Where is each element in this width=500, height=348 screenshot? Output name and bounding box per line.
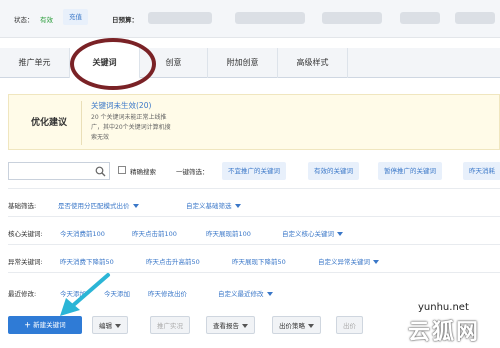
custom-abnormal-keywords[interactable]: 自定义异常关键词 bbox=[318, 256, 379, 266]
edit-button[interactable]: 编辑 bbox=[92, 316, 128, 334]
blurred-info bbox=[235, 12, 305, 24]
abnormal-cost-drop[interactable]: 昨天消费下降前50 bbox=[60, 256, 114, 266]
tab-advanced-style[interactable]: 高级样式 bbox=[278, 48, 348, 78]
bid-strategy-button[interactable]: 出价策略 bbox=[272, 316, 321, 334]
custom-abnormal-keywords-text: 自定义异常关键词 bbox=[318, 258, 370, 266]
exact-search-checkbox[interactable] bbox=[118, 166, 126, 174]
abnormal-click-rise[interactable]: 昨天点击升高前50 bbox=[146, 256, 200, 266]
basic-filter-match-mode-text: 是否使用分匹配模式出价 bbox=[58, 202, 130, 210]
chevron-down-icon bbox=[132, 204, 139, 208]
basic-filter-match-mode[interactable]: 是否使用分匹配模式出价 bbox=[58, 200, 139, 210]
core-yesterday-impression[interactable]: 昨天展现前100 bbox=[206, 228, 251, 238]
quick-filter-valid[interactable]: 有效的关键词 bbox=[308, 162, 359, 180]
view-report-label: 查看报告 bbox=[213, 322, 239, 330]
status-value: 有效 bbox=[40, 16, 53, 24]
plus-icon: ＋ bbox=[24, 321, 34, 329]
budget-value-blurred bbox=[148, 12, 212, 24]
bid-button[interactable]: 出价 bbox=[336, 316, 363, 334]
promote-live-button[interactable]: 推广实况 bbox=[150, 316, 190, 334]
custom-recent-changes-text: 自定义最近修改 bbox=[218, 290, 264, 298]
pointer-arrow-icon bbox=[60, 273, 110, 316]
edit-label: 编辑 bbox=[99, 322, 112, 330]
core-today-cost[interactable]: 今天消费前100 bbox=[60, 228, 105, 238]
exact-search-label: 精确搜索 bbox=[130, 168, 156, 176]
chevron-down-icon bbox=[373, 260, 379, 264]
custom-basic-filter[interactable]: 自定义基础筛选 bbox=[186, 200, 241, 210]
blurred-info bbox=[455, 12, 495, 24]
suggestion-desc-line: 20 个关键词未能正常上线推 bbox=[91, 114, 167, 121]
abnormal-keywords-label: 异常关键词: bbox=[8, 258, 43, 266]
core-yesterday-click[interactable]: 昨天点击前100 bbox=[132, 228, 177, 238]
divider bbox=[81, 101, 82, 145]
tab-promo-unit[interactable]: 推广单元 bbox=[0, 48, 70, 78]
core-keywords-label: 核心关键词: bbox=[8, 230, 43, 238]
divider bbox=[8, 244, 500, 245]
blurred-info bbox=[400, 12, 440, 24]
new-keyword-label: 新建关键词 bbox=[33, 321, 66, 329]
search-input[interactable] bbox=[8, 162, 110, 180]
divider bbox=[8, 216, 500, 217]
chevron-down-icon bbox=[115, 324, 121, 328]
bid-strategy-label: 出价策略 bbox=[279, 322, 305, 330]
basic-filter-label: 基础筛选: bbox=[8, 202, 37, 210]
quick-filter-unsuitable[interactable]: 不宜推广的关键词 bbox=[222, 162, 286, 180]
status-label: 状态： bbox=[14, 16, 34, 24]
recharge-button[interactable]: 充值 bbox=[63, 9, 88, 25]
divider bbox=[8, 188, 500, 189]
recent-changes-label: 最近修改: bbox=[8, 290, 37, 298]
blurred-info bbox=[322, 12, 382, 24]
budget-label: 日预算： bbox=[112, 16, 138, 24]
search-filter-bar: 精确搜索 一键筛选： 不宜推广的关键词 有效的关键词 暂停推广的关键词 昨天消耗 bbox=[8, 160, 500, 182]
new-keyword-button[interactable]: ＋ 新建关键词 bbox=[8, 316, 82, 334]
optimization-suggestion: 优化建议 关键词未生效(20) 20 个关键词未能正常上线推 广，其中20个关键… bbox=[8, 94, 500, 150]
chevron-down-icon bbox=[242, 324, 248, 328]
chevron-down-icon bbox=[308, 324, 314, 328]
custom-recent-changes[interactable]: 自定义最近修改 bbox=[218, 288, 273, 298]
chevron-down-icon bbox=[337, 232, 343, 236]
abnormal-impression-drop[interactable]: 昨天展现下降前50 bbox=[232, 256, 286, 266]
quick-filter-yesterday[interactable]: 昨天消耗 bbox=[463, 162, 500, 180]
tab-extra-creative[interactable]: 附加创意 bbox=[208, 48, 278, 78]
status-bar: 状态： 有效 充值 日预算： bbox=[0, 0, 500, 38]
custom-core-keywords-text: 自定义核心关键词 bbox=[282, 230, 334, 238]
suggestion-title: 优化建议 bbox=[31, 118, 68, 128]
custom-basic-filter-text: 自定义基础筛选 bbox=[186, 202, 232, 210]
chevron-down-icon bbox=[266, 292, 273, 296]
watermark-name: 云狐网 bbox=[408, 320, 481, 345]
custom-core-keywords[interactable]: 自定义核心关键词 bbox=[282, 228, 343, 238]
recent-bid-modified[interactable]: 昨天修改出价 bbox=[148, 288, 187, 298]
suggestion-desc-line: 广，其中20个关键词计算机搜 bbox=[91, 124, 171, 131]
view-report-button[interactable]: 查看报告 bbox=[206, 316, 255, 334]
quick-filter-label: 一键筛选： bbox=[176, 168, 209, 176]
search-icon[interactable] bbox=[95, 166, 106, 177]
highlight-circle bbox=[70, 38, 156, 90]
watermark-site: yunhu.net bbox=[418, 302, 469, 313]
suggestion-headline[interactable]: 关键词未生效(20) bbox=[91, 100, 151, 111]
quick-filter-paused[interactable]: 暂停推广的关键词 bbox=[378, 162, 442, 180]
suggestion-desc-line: 索无效 bbox=[91, 134, 110, 141]
chevron-down-icon bbox=[234, 204, 241, 208]
